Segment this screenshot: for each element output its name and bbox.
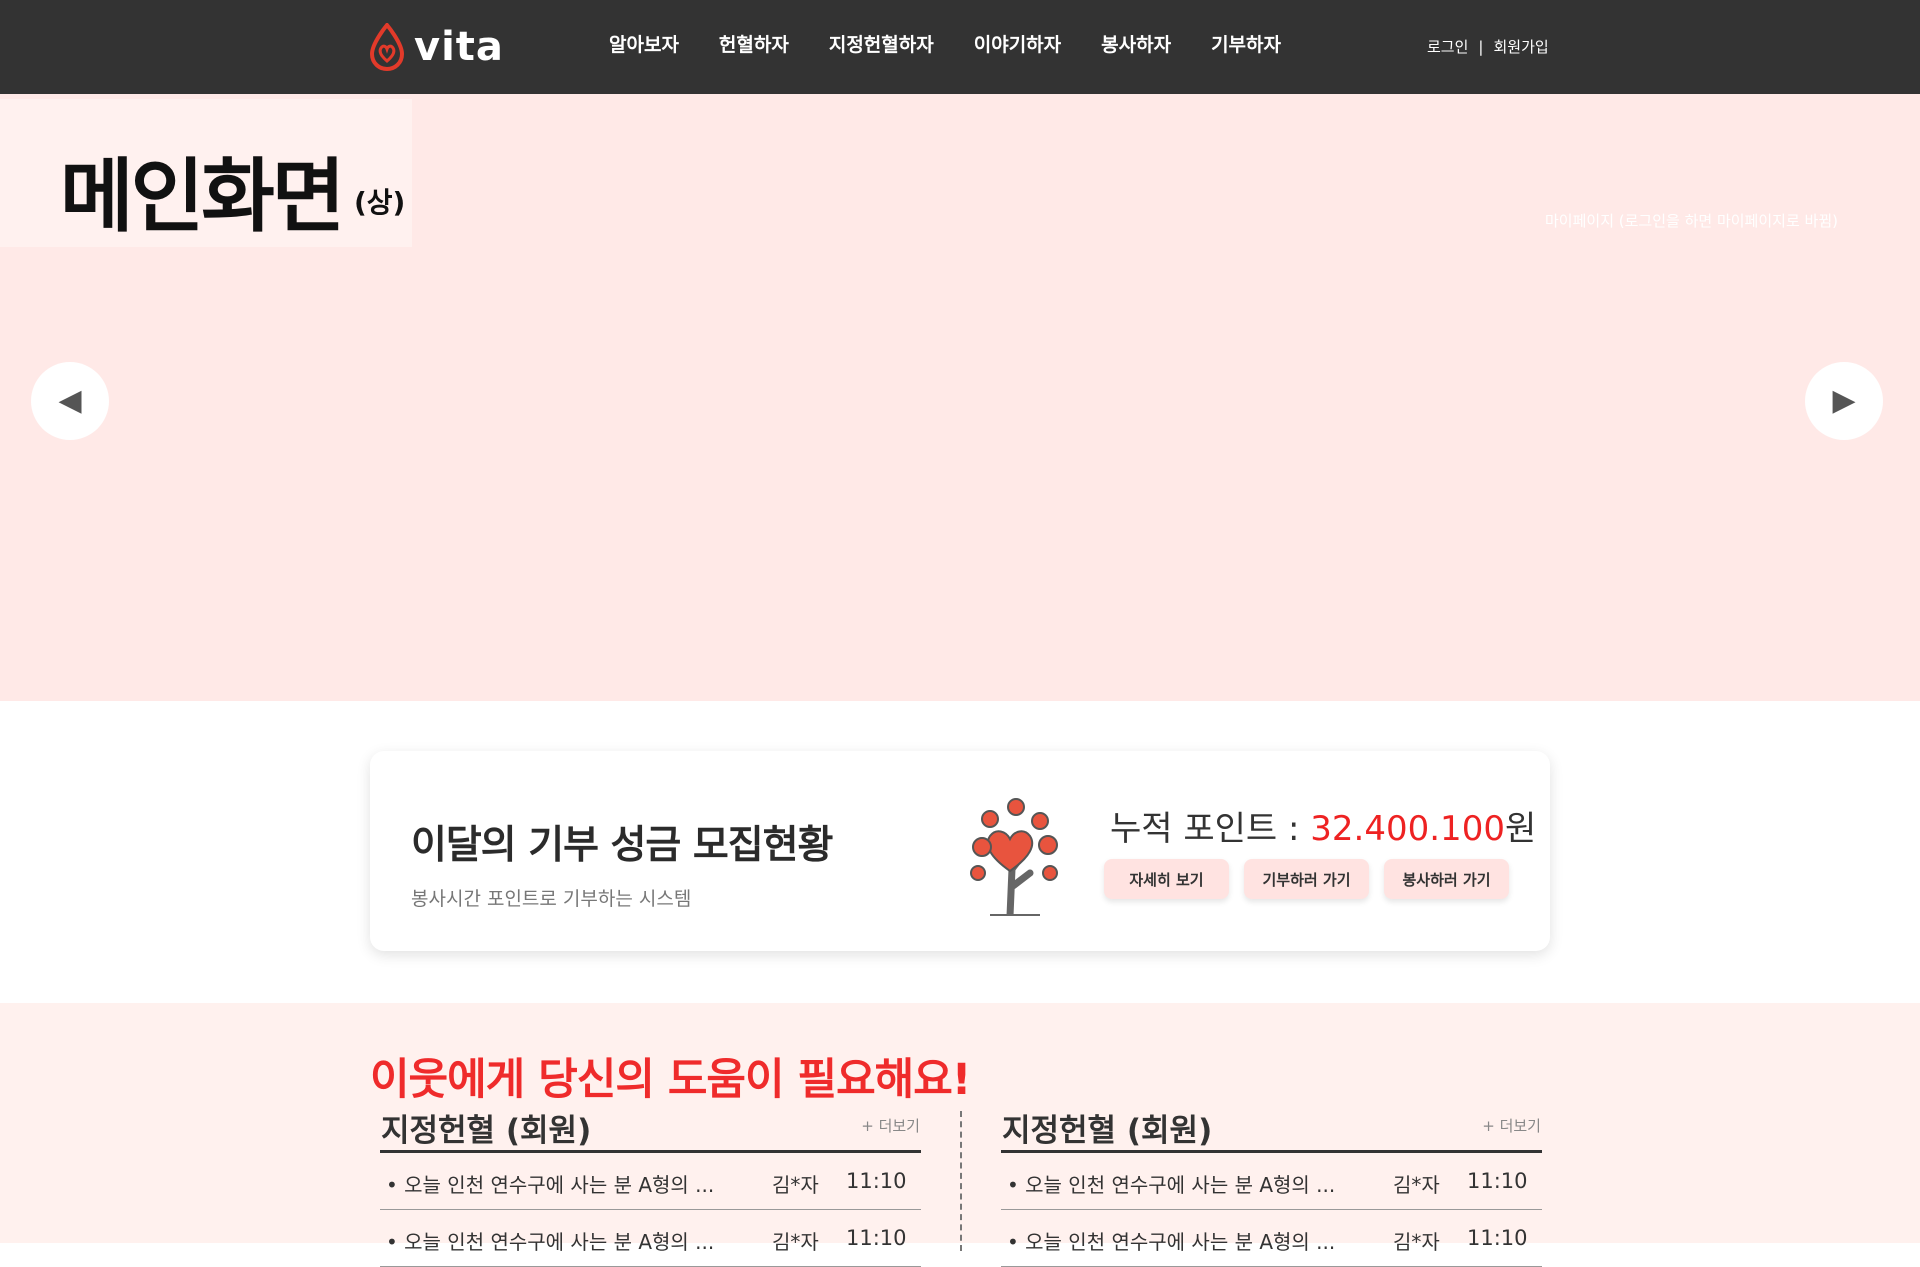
go-volunteer-button[interactable]: 봉사하러 가기 — [1384, 859, 1509, 899]
list-item-time: 11:10 — [846, 1226, 907, 1250]
hero-banner: 메인화면 (상) 마이페이지 (로그인을 하면 마이페이지로 바뀜) ◀ ▶ — [0, 94, 1920, 701]
panel-header: 지정헌혈 (회원) + 더보기 — [380, 1103, 921, 1153]
page-title: 메인화면 — [60, 150, 345, 243]
logo[interactable]: vita — [368, 22, 504, 72]
page-title-suffix: (상) — [354, 186, 406, 219]
list-item[interactable]: • 오늘 인천 연수구에 사는 분 A형의 ... 김*자 11:10 — [380, 1153, 921, 1210]
help-section-title: 이웃에게 당신의 도움이 필요해요! — [370, 1055, 971, 1105]
designated-donation-panel: 지정헌혈 (회원) + 더보기 • 오늘 인천 연수구에 사는 분 A형의 ..… — [380, 1103, 921, 1267]
nav-item-donate-blood[interactable]: 헌혈하자 — [719, 30, 789, 57]
points-unit: 원 — [1504, 809, 1537, 849]
nav-item-designated-donation[interactable]: 지정헌혈하자 — [829, 30, 934, 57]
view-details-button[interactable]: 자세히 보기 — [1104, 859, 1229, 899]
donation-subtitle: 봉사시간 포인트로 기부하는 시스템 — [411, 888, 692, 910]
accumulated-points: 누적 포인트 : 32.400.100원 — [1110, 801, 1536, 850]
more-link[interactable]: + 더보기 — [861, 1115, 920, 1136]
nav-item-donate[interactable]: 기부하자 — [1211, 30, 1281, 57]
points-value: 32.400.100 — [1310, 809, 1505, 849]
list-item-time: 11:10 — [1467, 1226, 1528, 1250]
panel-title: 지정헌혈 (회원) — [381, 1113, 592, 1149]
list-item-author: 김*자 — [772, 1230, 819, 1254]
next-slide-button[interactable]: ▶ — [1805, 362, 1883, 440]
nav-item-learn[interactable]: 알아보자 — [609, 30, 679, 57]
heart-tree-icon — [970, 798, 1058, 916]
login-link[interactable]: 로그인 — [1427, 36, 1468, 57]
auth-links: 로그인 | 회원가입 — [1427, 36, 1549, 57]
panel-header: 지정헌혈 (회원) + 더보기 — [1001, 1103, 1542, 1153]
main-nav: 알아보자 헌혈하자 지정헌혈하자 이야기하자 봉사하자 기부하자 — [609, 30, 1321, 57]
prev-slide-button[interactable]: ◀ — [31, 362, 109, 440]
donation-title: 이달의 기부 성금 모집현황 — [411, 823, 833, 868]
list-item-author: 김*자 — [772, 1173, 819, 1197]
list-item-time: 11:10 — [1467, 1169, 1528, 1193]
list-item-text: • 오늘 인천 연수구에 사는 분 A형의 ... — [386, 1230, 715, 1254]
nav-item-volunteer[interactable]: 봉사하자 — [1101, 30, 1171, 57]
signup-link[interactable]: 회원가입 — [1493, 36, 1548, 57]
mypage-note: 마이페이지 (로그인을 하면 마이페이지로 바뀜) — [1545, 212, 1838, 230]
logo-text: vita — [414, 24, 504, 70]
list-item-time: 11:10 — [846, 1169, 907, 1193]
list-item[interactable]: • 오늘 인천 연수구에 사는 분 A형의 ... 김*자 11:10 — [380, 1210, 921, 1267]
more-link[interactable]: + 더보기 — [1482, 1115, 1541, 1136]
panel-title: 지정헌혈 (회원) — [1002, 1113, 1213, 1149]
arrow-right-icon: ▶ — [1832, 383, 1856, 418]
donation-actions: 자세히 보기 기부하러 가기 봉사하러 가기 — [1104, 859, 1509, 899]
go-donate-button[interactable]: 기부하러 가기 — [1244, 859, 1369, 899]
arrow-left-icon: ◀ — [58, 383, 82, 418]
nav-item-stories[interactable]: 이야기하자 — [974, 30, 1061, 57]
list-item-text: • 오늘 인천 연수구에 사는 분 A형의 ... — [1007, 1230, 1336, 1254]
blood-drop-heart-icon — [369, 23, 405, 71]
points-label: 누적 포인트 : — [1110, 809, 1311, 849]
list-item[interactable]: • 오늘 인천 연수구에 사는 분 A형의 ... 김*자 11:10 — [1001, 1210, 1542, 1267]
list-item-author: 김*자 — [1393, 1173, 1440, 1197]
list-item-author: 김*자 — [1393, 1230, 1440, 1254]
help-needed-section: 이웃에게 당신의 도움이 필요해요! 지정헌혈 (회원) + 더보기 • 오늘 … — [0, 1003, 1920, 1267]
list-item-text: • 오늘 인천 연수구에 사는 분 A형의 ... — [386, 1173, 715, 1197]
hero-label-box: 메인화면 (상) — [0, 99, 412, 247]
designated-donation-panel: 지정헌혈 (회원) + 더보기 • 오늘 인천 연수구에 사는 분 A형의 ..… — [1001, 1103, 1542, 1267]
panel-divider — [960, 1111, 962, 1251]
list-item[interactable]: • 오늘 인천 연수구에 사는 분 A형의 ... 김*자 11:10 — [1001, 1153, 1542, 1210]
donation-status-card: 이달의 기부 성금 모집현황 봉사시간 포인트로 기부하는 시스템 누적 포인트… — [370, 751, 1550, 951]
list-item-text: • 오늘 인천 연수구에 사는 분 A형의 ... — [1007, 1173, 1336, 1197]
auth-separator: | — [1478, 37, 1484, 56]
top-navigation-bar: vita 알아보자 헌혈하자 지정헌혈하자 이야기하자 봉사하자 기부하자 로그… — [0, 0, 1920, 94]
